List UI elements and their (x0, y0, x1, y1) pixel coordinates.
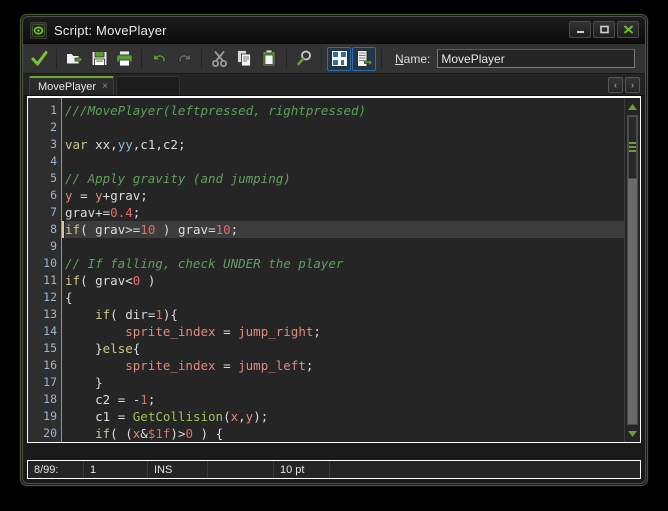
save-disk-icon[interactable] (87, 47, 111, 71)
search-magnifier-icon[interactable] (292, 47, 316, 71)
window-controls (569, 21, 639, 38)
name-accel-key: N (395, 51, 404, 66)
spacer-panel (208, 461, 274, 478)
window-inner-frame: Script: MovePlayer Name: MovePlayer Move… (22, 16, 646, 484)
insert-resource-icon[interactable] (352, 46, 376, 71)
line-number: 18 (43, 392, 57, 406)
script-editor-window: Script: MovePlayer Name: MovePlayer Move… (20, 14, 648, 486)
toolbar-separator (321, 48, 322, 69)
code-line[interactable]: // Apply gravity (and jumping) (65, 170, 640, 187)
column-position: 1 (84, 461, 148, 478)
close-button[interactable] (617, 21, 639, 38)
line-number: 1 (50, 103, 57, 117)
code-line[interactable]: var xx,yy,c1,c2; (65, 136, 640, 153)
name-label-rest: ame: (403, 51, 431, 66)
code-line[interactable]: if( grav>=10 ) grav=10; (65, 221, 640, 238)
code-line[interactable]: c1 = GetCollision(x,y); (65, 408, 640, 425)
script-name-input[interactable] (437, 49, 635, 68)
line-number: 8 (50, 222, 57, 236)
code-line[interactable] (65, 153, 640, 170)
line-number: 13 (43, 307, 57, 321)
line-position: 8/99: (28, 461, 84, 478)
status-filler (330, 461, 640, 478)
line-number: 9 (50, 239, 57, 253)
tab-strip: MovePlayer × ‹ › (23, 74, 645, 96)
tab-navigation: ‹ › (608, 77, 640, 93)
code-line[interactable]: if( dir=1){ (65, 306, 640, 323)
print-icon[interactable] (112, 47, 136, 71)
toolbar-separator (201, 48, 202, 69)
tab-moveplayer[interactable]: MovePlayer × (29, 76, 114, 95)
code-line[interactable] (65, 119, 640, 136)
line-number: 17 (43, 375, 57, 389)
toolbar-separator (286, 48, 287, 69)
line-number: 5 (50, 171, 57, 185)
line-number: 14 (43, 324, 57, 338)
code-line[interactable]: if( (x&$1f)>0 ) { (65, 425, 640, 442)
line-number: 4 (50, 154, 57, 168)
scroll-down-arrow-icon[interactable] (625, 426, 640, 441)
line-number: 16 (43, 358, 57, 372)
script-icon (30, 21, 47, 39)
page-title: Script: MovePlayer (54, 22, 167, 38)
line-number-gutter: 1 2 3 4 5 6 7 8 9 10 11 12 13 14 15 16 17 18 19 20 (28, 98, 62, 442)
close-icon[interactable]: × (102, 81, 108, 92)
toolbar-separator (141, 48, 142, 69)
tab-strip-filler (115, 76, 180, 95)
code-editor[interactable]: 1 2 3 4 5 6 7 8 9 10 11 12 13 14 15 16 17 18 19 20 ///MoveP… (27, 96, 641, 443)
code-line[interactable]: // If falling, check UNDER the player (65, 255, 640, 272)
code-area[interactable]: ///MovePlayer(leftpressed, rightpressed)… (62, 98, 640, 442)
line-number: 15 (43, 341, 57, 355)
code-line[interactable]: }else{ (65, 340, 640, 357)
line-number: 12 (43, 290, 57, 304)
minimize-button[interactable] (569, 21, 591, 38)
line-number: 3 (50, 137, 57, 151)
tab-label: MovePlayer (38, 80, 97, 93)
chevron-right-icon[interactable]: › (625, 77, 640, 93)
code-line[interactable]: { (65, 289, 640, 306)
scrollbar-track[interactable] (627, 115, 638, 425)
font-size: 10 pt (274, 461, 330, 478)
code-line[interactable] (65, 238, 640, 255)
line-number: 20 (43, 426, 57, 440)
vertical-scrollbar[interactable] (624, 98, 640, 442)
code-line[interactable]: grav+=0.4; (65, 204, 640, 221)
toolbar: Name: (23, 44, 645, 74)
code-line[interactable]: ///MovePlayer(leftpressed, rightpressed) (65, 102, 640, 119)
line-number: 19 (43, 409, 57, 423)
scrollbar-grip-icon (629, 141, 636, 154)
toolbar-separator (381, 48, 382, 69)
redo-arrow-icon[interactable] (172, 47, 196, 71)
maximize-button[interactable] (593, 21, 615, 38)
toolbar-separator (56, 48, 57, 69)
code-line[interactable]: y = y+grav; (65, 187, 640, 204)
undo-arrow-icon[interactable] (147, 47, 171, 71)
copy-pages-icon[interactable] (232, 47, 256, 71)
line-number: 6 (50, 188, 57, 202)
line-number: 11 (43, 273, 57, 287)
paste-clipboard-icon[interactable] (257, 47, 281, 71)
title-bar[interactable]: Script: MovePlayer (23, 17, 645, 44)
code-line[interactable]: } (65, 374, 640, 391)
insert-mode: INS (148, 461, 208, 478)
scrollbar-thumb[interactable] (628, 116, 637, 179)
code-line[interactable]: c2 = -1; (65, 391, 640, 408)
code-line[interactable]: if( grav<0 ) (65, 272, 640, 289)
line-number: 7 (50, 205, 57, 219)
code-line[interactable]: sprite_index = jump_right; (65, 323, 640, 340)
line-number: 10 (43, 256, 57, 270)
confirm-check-icon[interactable] (27, 47, 51, 71)
name-field-label: Name: (395, 52, 430, 66)
cut-scissors-icon[interactable] (207, 47, 231, 71)
status-bar: 8/99: 1 INS 10 pt (27, 460, 641, 479)
open-folder-icon[interactable] (62, 47, 86, 71)
chevron-left-icon[interactable]: ‹ (608, 77, 623, 93)
scroll-up-arrow-icon[interactable] (625, 99, 640, 114)
line-number: 2 (50, 120, 57, 134)
code-line[interactable]: sprite_index = jump_left; (65, 357, 640, 374)
binary-toggle-icon[interactable] (327, 46, 351, 71)
